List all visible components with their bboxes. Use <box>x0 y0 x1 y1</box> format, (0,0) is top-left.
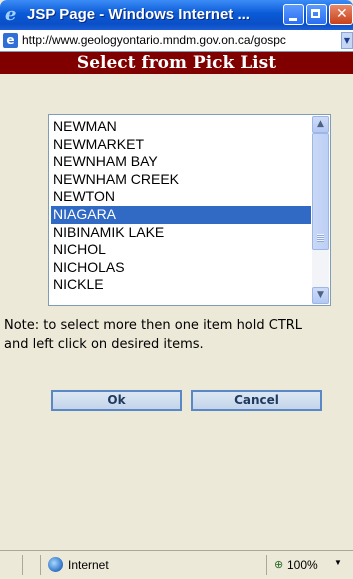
zoom-level[interactable]: 100% <box>287 558 318 572</box>
scroll-up-button[interactable]: ▲ <box>312 116 329 133</box>
list-item[interactable]: NIBINAMIK LAKE <box>51 224 311 242</box>
vertical-scrollbar[interactable]: ▲ ▼ <box>312 116 329 304</box>
list-item[interactable]: NEWMAN <box>51 118 311 136</box>
list-item[interactable]: NEWMARKET <box>51 136 311 154</box>
pick-list-items: NEWMAN NEWMARKET NEWNHAM BAY NEWNHAM CREEK N… <box>51 118 311 294</box>
window-title: JSP Page - Windows Internet ... <box>27 6 250 23</box>
page-icon: e <box>3 33 18 48</box>
list-item[interactable]: NICHOL <box>51 241 311 259</box>
cancel-button[interactable]: Cancel <box>191 390 322 411</box>
zoom-dropdown-icon[interactable]: ▼ <box>334 558 342 567</box>
zoom-icon[interactable]: ⊕ <box>274 558 283 571</box>
page-header: Select from Pick List <box>0 52 353 74</box>
address-url[interactable]: http://www.geologyontario.mndm.gov.on.ca… <box>22 33 342 47</box>
title-bar[interactable]: e JSP Page - Windows Internet ... <box>0 0 353 30</box>
status-bar: Internet ⊕ 100% ▼ <box>0 550 353 579</box>
address-bar[interactable]: e http://www.geologyontario.mndm.gov.on.… <box>0 30 353 52</box>
instruction-note: Note: to select more then one item hold … <box>4 318 303 352</box>
page-content: NEWMAN NEWMARKET NEWNHAM BAY NEWNHAM CREEK N… <box>0 74 353 550</box>
list-item[interactable]: NIAGARA <box>51 205 311 224</box>
list-item[interactable]: NEWTON <box>51 188 311 206</box>
ie-logo-icon: e <box>5 4 17 25</box>
list-item[interactable]: NEWNHAM BAY <box>51 153 311 171</box>
security-zone: Internet <box>68 558 109 572</box>
scroll-thumb[interactable] <box>312 133 329 250</box>
pick-list[interactable]: NEWMAN NEWMARKET NEWNHAM BAY NEWNHAM CREEK N… <box>48 114 331 306</box>
close-button[interactable] <box>329 4 353 25</box>
list-item[interactable]: NICKLE <box>51 276 311 294</box>
minimize-button[interactable] <box>283 4 304 25</box>
scroll-down-button[interactable]: ▼ <box>312 287 329 304</box>
status-divider <box>22 555 23 575</box>
status-divider <box>40 555 41 575</box>
status-divider <box>266 555 267 575</box>
address-dropdown-icon[interactable]: ▼ <box>341 32 353 49</box>
maximize-button[interactable] <box>306 4 327 25</box>
list-item[interactable]: NICHOLAS <box>51 259 311 277</box>
ok-button[interactable]: Ok <box>51 390 182 411</box>
internet-zone-icon <box>48 557 63 572</box>
list-item[interactable]: NEWNHAM CREEK <box>51 171 311 189</box>
